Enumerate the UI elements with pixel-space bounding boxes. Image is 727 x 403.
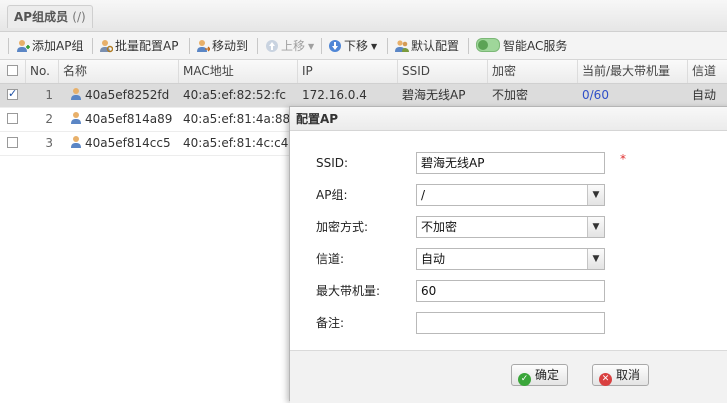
row-checkbox[interactable] — [7, 87, 18, 100]
user-icon — [65, 84, 81, 107]
toolbar-separator — [387, 38, 388, 54]
move-down-button[interactable]: 下移 ▼ — [328, 36, 377, 56]
check-icon: ✓ — [518, 373, 531, 386]
users-config-icon — [395, 40, 409, 52]
move-up-button[interactable]: 上移 ▼ — [265, 36, 314, 56]
ip-address: 172.16.0.4 — [302, 88, 367, 102]
column-header-encryption[interactable]: 加密 — [488, 60, 578, 83]
column-header-mac[interactable]: MAC地址 — [179, 60, 298, 83]
batch-config-button[interactable]: 批量配置AP — [99, 36, 178, 56]
column-header-no[interactable]: No. — [26, 60, 59, 83]
channel-label: 信道: — [316, 252, 345, 266]
row-checkbox[interactable] — [7, 137, 18, 148]
grid-header: No. 名称 MAC地址 IP SSID 加密 当前/最大带机量 信道 — [0, 60, 727, 84]
encryption-label: 加密方式: — [316, 220, 369, 234]
move-down-label: 下移 — [344, 39, 369, 53]
dialog-title[interactable]: 配置AP — [290, 107, 727, 131]
panel-title-path: (/) — [72, 10, 86, 24]
default-config-label: 默认配置 — [411, 39, 460, 53]
note-input[interactable] — [416, 312, 605, 334]
arrow-up-icon — [266, 40, 278, 52]
column-header-bandwidth[interactable]: 当前/最大带机量 — [578, 60, 688, 83]
toolbar: 添加AP组 批量配置AP 移动到 上移 ▼ 下移 ▼ 默认配置 智能AC服务 — [0, 32, 727, 60]
ap-name: 40a5ef8252fd — [85, 88, 170, 102]
cancel-icon: ✕ — [599, 373, 612, 386]
ssid-label: SSID: — [316, 156, 349, 170]
select-all-checkbox[interactable] — [7, 65, 18, 76]
panel-title: AP组成员 — [14, 10, 69, 24]
ssid-value: 碧海无线AP — [402, 88, 466, 102]
panel-title-tab: AP组成员 (/) — [7, 5, 93, 28]
toolbar-separator — [257, 38, 258, 54]
user-icon — [65, 132, 81, 155]
arrow-down-icon — [329, 40, 341, 52]
panel-header: AP组成员 (/) — [0, 0, 727, 32]
row-number: 2 — [45, 112, 53, 126]
encryption-select[interactable]: 不加密 ▼ — [416, 216, 605, 238]
dialog-footer: ✓ 确定 ✕ 取消 — [290, 350, 727, 403]
ap-name: 40a5ef814a89 — [85, 112, 173, 126]
row-number: 1 — [45, 88, 53, 102]
mac-address: 40:a5:ef:81:4c:c4 — [183, 136, 289, 150]
max-clients-label: 最大带机量: — [316, 284, 381, 298]
chevron-down-icon: ▼ — [371, 42, 378, 51]
move-up-label: 上移 — [281, 39, 306, 53]
ap-name: 40a5ef814cc5 — [85, 136, 171, 150]
ap-group-value: / — [421, 188, 426, 202]
default-config-button[interactable]: 默认配置 — [395, 36, 459, 56]
column-header-ip[interactable]: IP — [298, 60, 398, 83]
dialog-body: SSID: 碧海无线AP * AP组: / ▼ 加密方式: 不加密 ▼ 信道: … — [290, 131, 727, 350]
channel-value: 自动 — [692, 88, 717, 102]
channel-select[interactable]: 自动 ▼ — [416, 248, 605, 270]
cancel-button[interactable]: ✕ 取消 — [592, 364, 650, 386]
config-ap-dialog: 配置AP SSID: 碧海无线AP * AP组: / ▼ 加密方式: 不加密 ▼… — [289, 106, 727, 403]
row-checkbox[interactable] — [7, 113, 18, 124]
add-group-label: 添加AP组 — [32, 39, 84, 53]
column-header-channel[interactable]: 信道 — [688, 60, 727, 83]
toggle-switch-icon — [476, 38, 500, 52]
toolbar-separator — [8, 38, 9, 54]
user-icon — [65, 108, 81, 131]
chevron-down-icon: ▼ — [587, 185, 604, 205]
encryption-value: 不加密 — [492, 88, 529, 102]
row-number: 3 — [45, 136, 53, 150]
table-row[interactable]: 1 40a5ef8252fd 40:a5:ef:82:52:fc 172.16.… — [0, 84, 727, 108]
ssid-input[interactable]: 碧海无线AP — [416, 152, 605, 174]
column-header-name[interactable]: 名称 — [59, 60, 179, 83]
ap-group-select[interactable]: / ▼ — [416, 184, 605, 206]
toolbar-separator — [92, 38, 93, 54]
note-label: 备注: — [316, 316, 345, 330]
bandwidth-link[interactable]: 0/60 — [578, 84, 688, 107]
ok-button[interactable]: ✓ 确定 — [511, 364, 569, 386]
mac-address: 40:a5:ef:81:4a:88 — [183, 112, 291, 126]
ok-button-label: 确定 — [535, 368, 560, 382]
toolbar-separator — [189, 38, 190, 54]
user-config-icon — [100, 40, 113, 53]
add-group-button[interactable]: 添加AP组 — [16, 36, 83, 56]
ap-group-label: AP组: — [316, 188, 348, 202]
mac-address: 40:a5:ef:82:52:fc — [183, 88, 287, 102]
chevron-down-icon: ▼ — [308, 42, 315, 51]
select-all-cell — [0, 60, 26, 83]
smart-ac-label: 智能AC服务 — [503, 39, 568, 53]
move-to-label: 移动到 — [212, 39, 249, 53]
cancel-button-label: 取消 — [616, 368, 641, 382]
user-move-icon — [197, 40, 210, 52]
user-add-icon — [17, 40, 30, 52]
toolbar-separator — [468, 38, 469, 54]
chevron-down-icon: ▼ — [587, 217, 604, 237]
batch-config-label: 批量配置AP — [115, 39, 179, 53]
encryption-select-value: 不加密 — [421, 220, 458, 234]
channel-select-value: 自动 — [421, 252, 446, 266]
max-clients-input[interactable]: 60 — [416, 280, 605, 302]
toolbar-separator — [321, 38, 322, 54]
move-to-button[interactable]: 移动到 — [196, 36, 248, 56]
chevron-down-icon: ▼ — [587, 249, 604, 269]
required-marker: * — [620, 152, 626, 166]
smart-ac-toggle[interactable]: 智能AC服务 — [476, 36, 567, 56]
column-header-ssid[interactable]: SSID — [398, 60, 488, 83]
